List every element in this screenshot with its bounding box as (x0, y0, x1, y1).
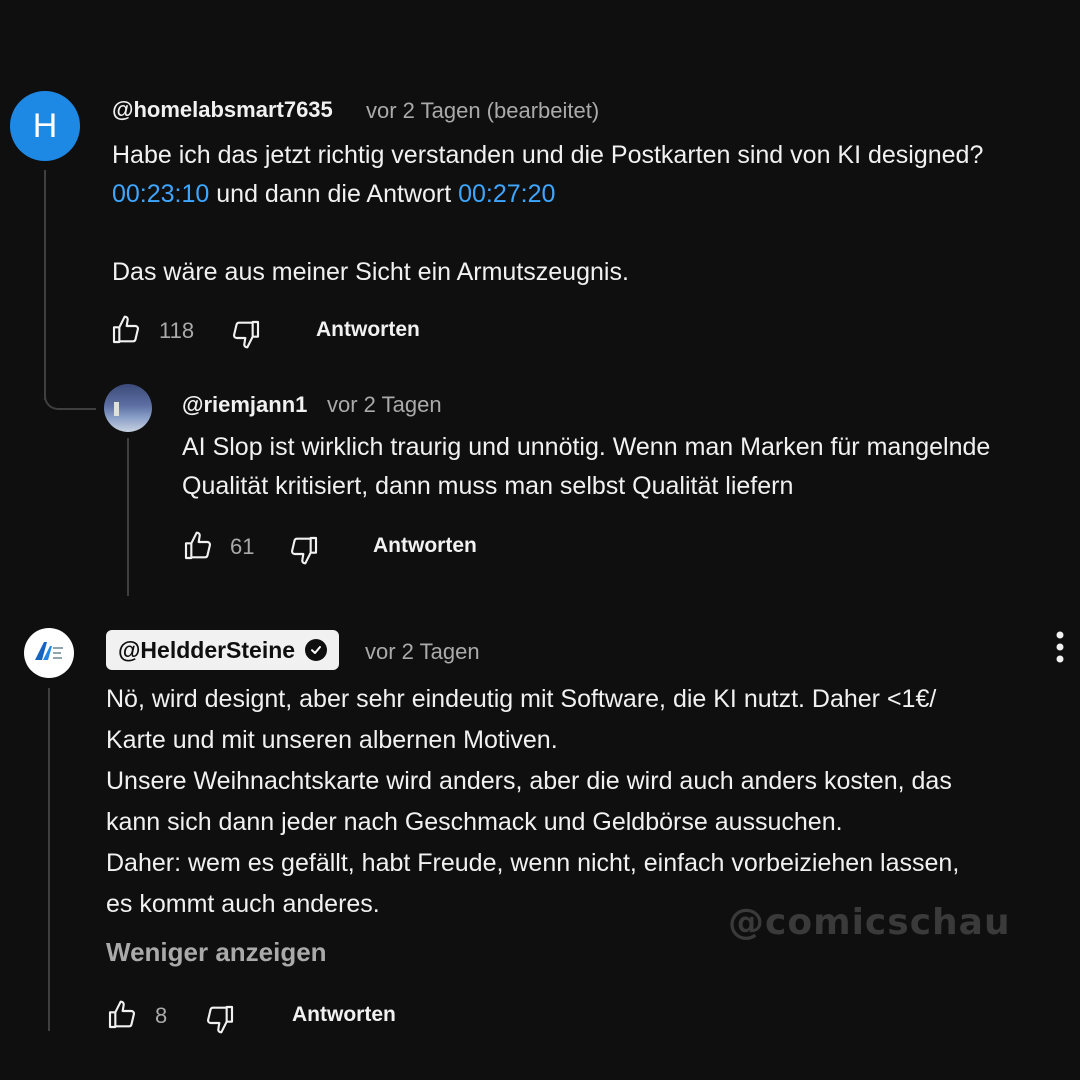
comment-time[interactable]: vor 2 Tagen (327, 392, 442, 418)
comment-line: Karte und mit unseren albernen Motiven. (106, 726, 558, 754)
comment-text: AI Slop ist wirklich traurig und unnötig… (182, 428, 990, 506)
reply-button[interactable]: Antworten (373, 534, 477, 558)
thread-connector (44, 370, 96, 410)
comment-time[interactable]: vor 2 Tagen (bearbeitet) (366, 98, 599, 124)
thumbs-up-icon (110, 314, 142, 346)
comment-line: Habe ich das jetzt richtig verstanden un… (112, 141, 984, 169)
reply-button[interactable]: Antworten (316, 318, 420, 342)
more-options-button[interactable] (1052, 630, 1068, 666)
dislike-button[interactable] (230, 318, 262, 350)
verified-check-icon (305, 639, 328, 661)
channel-owner-badge[interactable]: @HeldderSteine (106, 630, 340, 670)
dislike-button[interactable] (288, 534, 320, 566)
thumbs-down-icon (204, 1003, 236, 1035)
comment-line: kann sich dann jeder nach Geschmack und … (106, 808, 843, 836)
thread-line (127, 438, 129, 596)
comment-line: AI Slop ist wirklich traurig und unnötig… (182, 433, 991, 461)
avatar[interactable]: H (10, 91, 80, 161)
comment-line: Nö, wird designt, aber sehr eindeutig mi… (106, 685, 937, 713)
thumbs-down-icon (230, 318, 262, 350)
comment-text: Habe ich das jetzt richtig verstanden un… (112, 136, 983, 292)
comment-line: Qualität kritisiert, dann muss man selbs… (182, 472, 794, 500)
dislike-button[interactable] (204, 1003, 236, 1035)
thumbs-up-icon (106, 999, 138, 1031)
like-count: 8 (155, 1003, 168, 1028)
like-button[interactable] (106, 999, 138, 1031)
comment-line: Das wäre aus meiner Sicht ein Armutszeug… (112, 258, 629, 286)
channel-logo-icon (32, 638, 66, 669)
reply-button[interactable]: Antworten (292, 1003, 396, 1027)
comment-author[interactable]: @riemjann1 (182, 392, 307, 418)
watermark: @comicschau (728, 902, 1011, 943)
thread-line (48, 688, 50, 1031)
like-button[interactable] (110, 314, 142, 346)
avatar-figure (114, 402, 119, 416)
comment-line: 00:23:10 und dann die Antwort 00:27:20 (112, 175, 983, 214)
comment-line: Unsere Weihnachtskarte wird anders, aber… (106, 767, 952, 795)
comment-author: @HeldderSteine (118, 636, 296, 663)
avatar-letter: H (32, 106, 58, 145)
comment-line-text: und dann die Antwort (209, 180, 459, 208)
like-count: 61 (230, 534, 255, 559)
comment-author[interactable]: @homelabsmart7635 (112, 97, 333, 123)
timestamp-link[interactable]: 00:27:20 (458, 180, 555, 208)
channel-avatar[interactable] (24, 628, 74, 678)
more-vert-icon (1052, 631, 1068, 670)
comment-line: Daher: wem es gefällt, habt Freude, wenn… (106, 849, 960, 877)
avatar[interactable] (104, 384, 152, 432)
comment-time[interactable]: vor 2 Tagen (365, 639, 480, 665)
thumbs-up-icon (182, 530, 214, 562)
like-button[interactable] (182, 530, 214, 562)
timestamp-link[interactable]: 00:23:10 (112, 180, 209, 208)
like-count: 118 (159, 318, 195, 343)
thread-line (44, 170, 46, 400)
thumbs-down-icon (288, 534, 320, 566)
comment-text: Nö, wird designt, aber sehr eindeutig mi… (106, 679, 959, 925)
show-less-button[interactable]: Weniger anzeigen (106, 937, 327, 968)
